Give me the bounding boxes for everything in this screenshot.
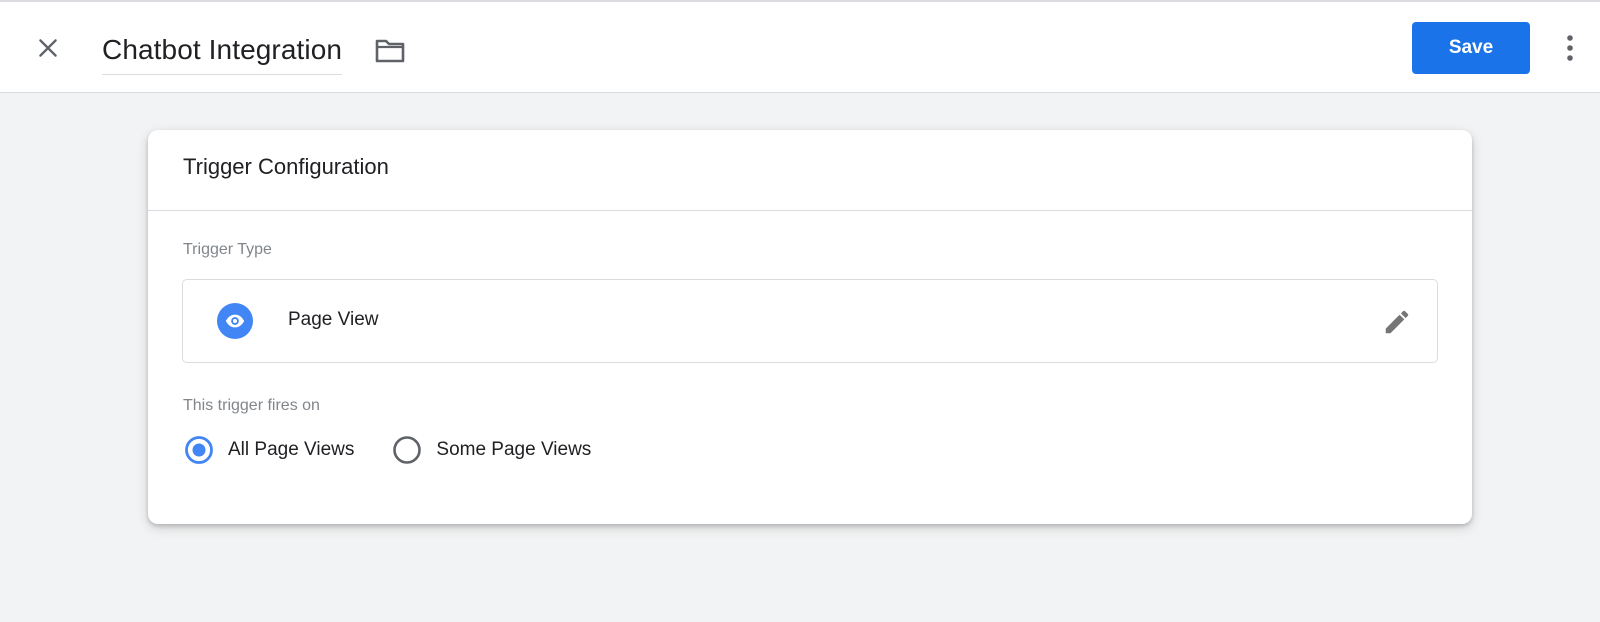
radio-selected-icon (184, 435, 214, 465)
top-bar: Chatbot Integration Save (0, 0, 1600, 93)
save-button[interactable]: Save (1412, 22, 1530, 74)
trigger-type-label: Trigger Type (183, 241, 272, 258)
close-icon (39, 39, 57, 57)
card-header: Trigger Configuration (148, 130, 1472, 211)
folder-button[interactable] (372, 32, 408, 68)
radio-some-page-views[interactable]: Some Page Views (392, 435, 591, 465)
eye-icon (217, 303, 253, 339)
radio-label: Some Page Views (436, 439, 592, 460)
trigger-configuration-card: Trigger Configuration Trigger Type Page … (148, 130, 1472, 524)
trigger-type-selector[interactable]: Page View (182, 279, 1438, 363)
radio-unselected-icon (392, 435, 422, 465)
pencil-icon[interactable] (1381, 306, 1413, 338)
fires-on-label: This trigger fires on (183, 397, 320, 414)
folder-icon (375, 39, 405, 63)
page-title: Chatbot Integration (102, 34, 343, 65)
card-title: Trigger Configuration (183, 154, 389, 179)
more-vert-icon (1567, 35, 1573, 61)
title-field[interactable]: Chatbot Integration (102, 26, 343, 75)
more-options-button[interactable] (1554, 28, 1586, 68)
radio-label: All Page Views (228, 439, 355, 460)
close-button[interactable] (28, 28, 68, 68)
trigger-type-name: Page View (288, 309, 379, 330)
radio-all-page-views[interactable]: All Page Views (184, 435, 354, 465)
fires-on-radio-group: All Page Views Some Page Views (184, 435, 629, 465)
